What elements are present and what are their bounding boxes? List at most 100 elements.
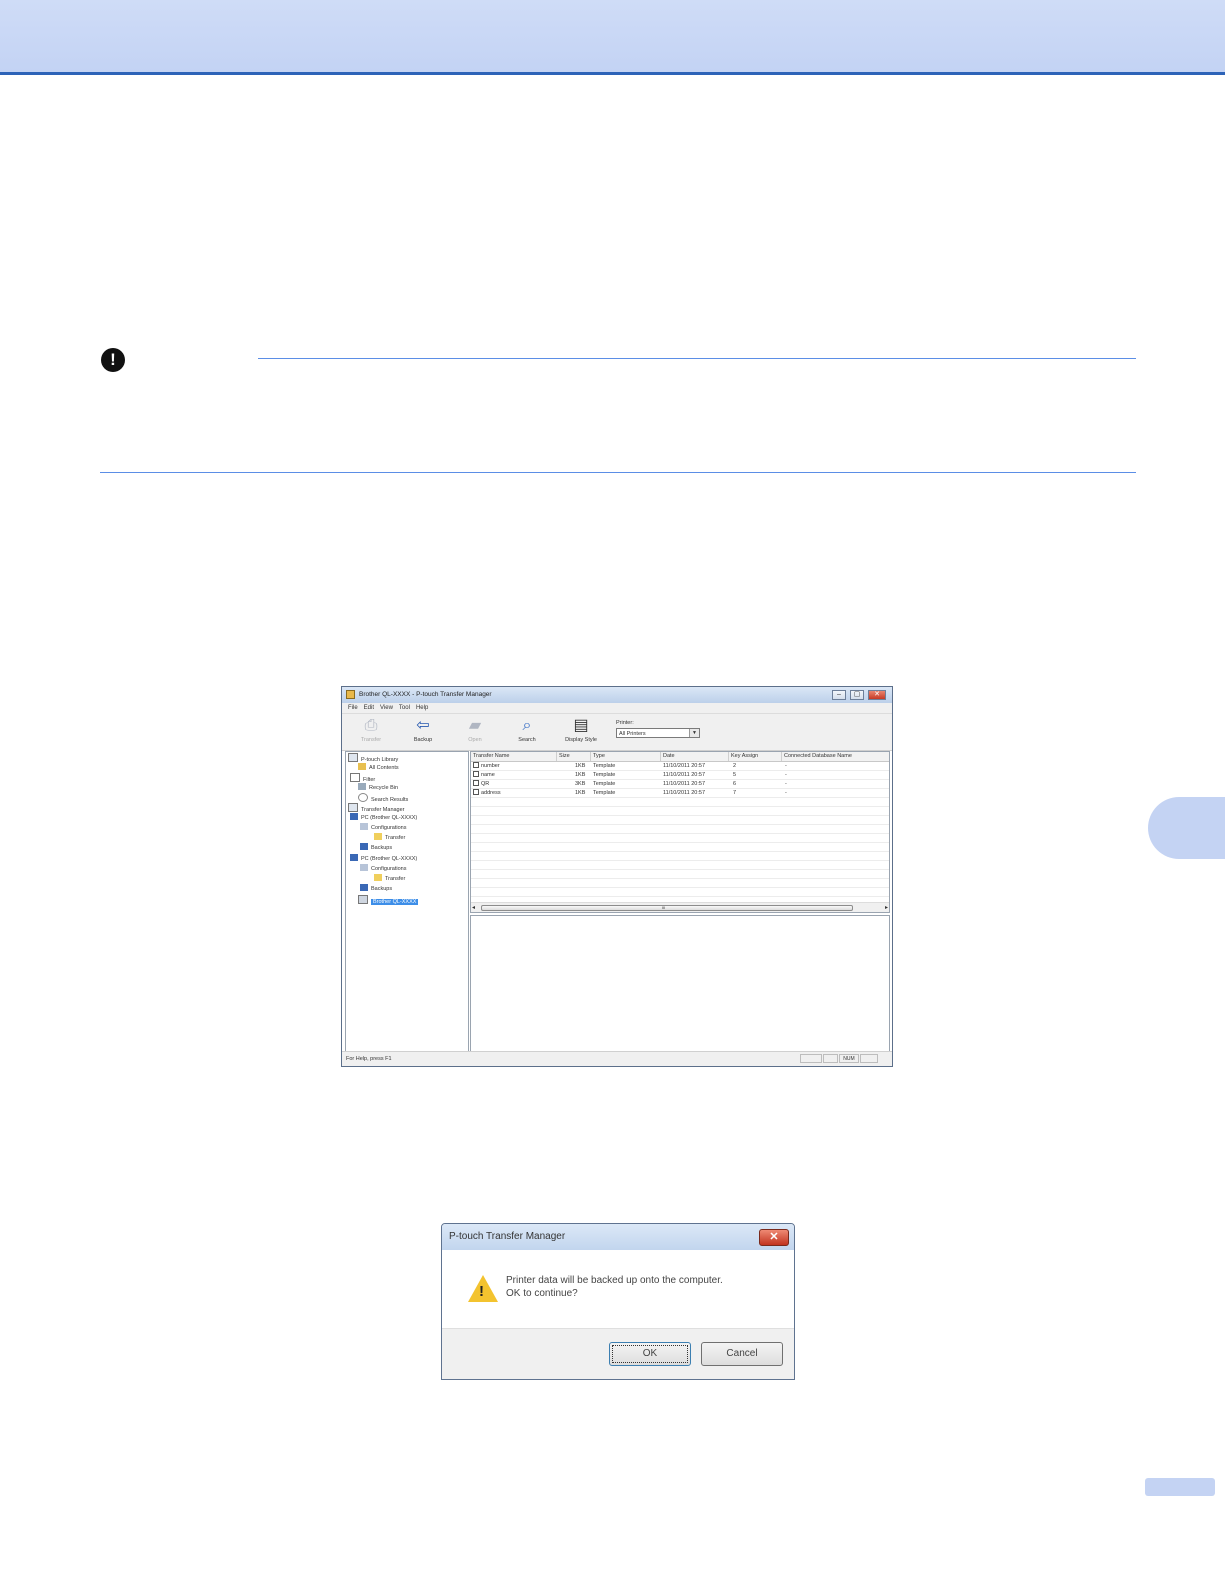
cell-key-assign: 2 — [733, 763, 737, 769]
grid-line — [471, 887, 889, 888]
backup-label: Backup — [413, 737, 433, 743]
status-num: NUM — [839, 1054, 859, 1063]
col-connected-db[interactable]: Connected Database Name — [782, 752, 889, 761]
cell-key-assign: 5 — [733, 772, 737, 778]
template-list: Transfer Name Size Type Date Key Assign … — [470, 751, 890, 913]
dialog-body: ! Printer data will be backed up onto th… — [442, 1250, 794, 1328]
tree-item-all-contents[interactable]: All Contents — [358, 763, 399, 772]
menu-file[interactable]: File — [348, 703, 358, 713]
template-file-icon — [473, 762, 479, 768]
status-cell — [860, 1054, 878, 1063]
printer-select[interactable]: All Printers ▼ — [616, 728, 700, 738]
cell-date: 11/10/2011 20:57 — [663, 772, 706, 778]
scroll-thumb[interactable]: III — [481, 905, 853, 911]
cell-date: 11/10/2011 20:57 — [663, 763, 706, 769]
tree-item-ptouch-library[interactable]: P-touch Library — [348, 753, 398, 763]
cancel-button[interactable]: Cancel — [701, 1342, 783, 1366]
note-top-rule — [258, 358, 1136, 359]
cell-connected-db: - — [785, 781, 787, 787]
exclamation-icon: ! — [101, 348, 125, 372]
backup-button[interactable]: ⇦ Backup — [404, 717, 442, 743]
cell-connected-db: - — [785, 772, 787, 778]
backup-confirm-dialog: P-touch Transfer Manager ✕ ! Printer dat… — [441, 1223, 795, 1380]
grid-line — [471, 860, 889, 861]
col-transfer-name[interactable]: Transfer Name — [471, 752, 557, 761]
warning-mark: ! — [479, 1283, 484, 1300]
dialog-close-button[interactable]: ✕ — [759, 1229, 789, 1246]
transfer-manager-window: Brother QL-XXXX - P-touch Transfer Manag… — [341, 686, 893, 1067]
tree-item-configurations-2[interactable]: Configurations — [360, 864, 406, 873]
col-date[interactable]: Date — [661, 752, 729, 761]
tree-item-transfer-manager[interactable]: Transfer Manager — [348, 803, 405, 813]
close-button[interactable]: ✕ — [868, 690, 886, 700]
cell-size: 1KB — [575, 763, 586, 769]
content-pane: Transfer Name Size Type Date Key Assign … — [470, 751, 890, 1052]
cell-size: 3KB — [575, 781, 586, 787]
folder-icon — [374, 833, 382, 840]
tree-item-pc-1[interactable]: PC (Brother QL-XXXX) — [350, 813, 417, 822]
cell-type: Template — [593, 763, 616, 769]
cell-name: address — [473, 789, 501, 797]
configurations-icon — [360, 864, 368, 871]
grid-line — [471, 878, 889, 879]
folder-tree: P-touch Library All Contents Filter Recy… — [345, 751, 469, 1052]
cell-date: 11/10/2011 20:57 — [663, 790, 706, 796]
tree-item-backups-1[interactable]: Backups — [360, 843, 392, 852]
transfer-button[interactable]: ⎙ Transfer — [352, 717, 390, 743]
library-icon — [348, 753, 358, 762]
toolbar: ⎙ Transfer ⇦ Backup ▰ Open ⌕ Search ▤ Di… — [342, 714, 892, 751]
preview-pane — [470, 915, 890, 1052]
dialog-title: P-touch Transfer Manager — [449, 1231, 566, 1242]
grid-line — [471, 815, 889, 816]
tree-item-transfer-2[interactable]: Transfer — [374, 874, 405, 883]
tree-item-backups-2[interactable]: Backups — [360, 884, 392, 893]
cell-type: Template — [593, 790, 616, 796]
maximize-button[interactable]: ▢ — [850, 690, 864, 700]
status-text: For Help, press F1 — [346, 1056, 392, 1062]
menu-help[interactable]: Help — [416, 703, 428, 713]
tree-item-transfer-1[interactable]: Transfer — [374, 833, 405, 842]
tree-item-filter[interactable]: Filter — [350, 773, 375, 783]
note-bottom-rule — [100, 472, 1136, 473]
tree-item-pc-2[interactable]: PC (Brother QL-XXXX) — [350, 854, 417, 863]
tree-item-search-results[interactable]: Search Results — [358, 793, 408, 803]
cell-key-assign: 7 — [733, 790, 737, 796]
grid-line — [471, 842, 889, 843]
tree-item-printer-selected[interactable]: Brother QL-XXXX — [358, 895, 419, 905]
menu-tool[interactable]: Tool — [399, 703, 410, 713]
col-type[interactable]: Type — [591, 752, 661, 761]
menu-edit[interactable]: Edit — [364, 703, 374, 713]
open-button[interactable]: ▰ Open — [456, 717, 494, 743]
col-key-assign[interactable]: Key Assign — [729, 752, 782, 761]
ok-button[interactable]: OK — [609, 1342, 691, 1366]
status-cell — [800, 1054, 822, 1063]
computer-icon — [350, 813, 358, 820]
cell-connected-db: - — [785, 790, 787, 796]
cell-date: 11/10/2011 20:57 — [663, 781, 706, 787]
printer-icon: ⎙ — [364, 717, 378, 734]
scroll-right-icon[interactable]: ▸ — [885, 904, 888, 911]
grid-line — [471, 806, 889, 807]
minimize-button[interactable]: – — [832, 690, 846, 700]
configurations-icon — [360, 823, 368, 830]
search-label: Search — [518, 737, 536, 743]
chevron-down-icon: ▼ — [689, 729, 699, 737]
search-button[interactable]: ⌕ Search — [508, 717, 546, 743]
cell-type: Template — [593, 781, 616, 787]
window-title: Brother QL-XXXX - P-touch Transfer Manag… — [359, 691, 492, 698]
grid-line — [471, 896, 889, 897]
menu-view[interactable]: View — [380, 703, 393, 713]
tree-item-recycle-bin[interactable]: Recycle Bin — [358, 783, 398, 792]
scroll-grip-icon: III — [662, 905, 666, 910]
search-icon: ⌕ — [522, 717, 532, 734]
col-size[interactable]: Size — [557, 752, 591, 761]
template-file-icon — [473, 789, 479, 795]
cell-connected-db: - — [785, 763, 787, 769]
tree-item-configurations-1[interactable]: Configurations — [360, 823, 406, 832]
scroll-left-icon[interactable]: ◂ — [472, 904, 475, 911]
display-style-label: Display Style — [565, 737, 597, 743]
dialog-message-line2: OK to continue? — [506, 1288, 578, 1299]
display-style-button[interactable]: ▤ Display Style — [558, 717, 604, 743]
dialog-message: Printer data will be backed up onto the … — [506, 1274, 723, 1300]
horizontal-scrollbar[interactable]: ◂ III ▸ — [471, 902, 889, 912]
